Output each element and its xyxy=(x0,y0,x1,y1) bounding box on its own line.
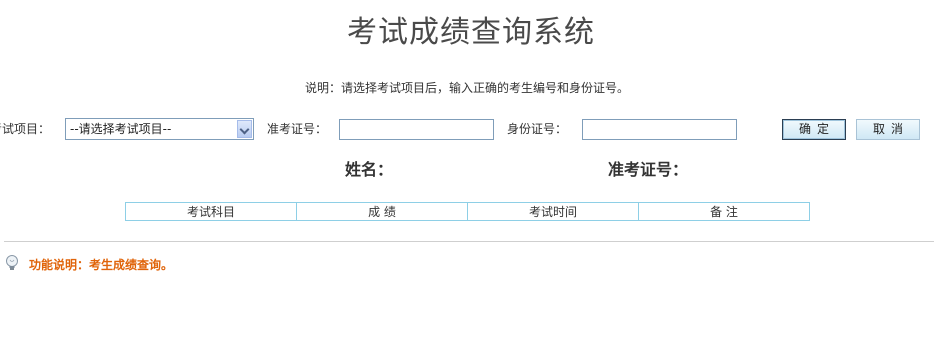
exam-project-selected-value: --请选择考试项目-- xyxy=(70,122,172,136)
instructions-text: 说明：请选择考试项目后，输入正确的考生编号和身份证号。 xyxy=(304,81,629,95)
confirm-button[interactable]: 确定 xyxy=(782,119,846,140)
id-number-label: 身份证号： xyxy=(507,122,568,136)
page-title: 考试成绩查询系统 xyxy=(347,15,595,50)
cancel-button[interactable]: 取消 xyxy=(856,119,920,140)
id-number-input[interactable] xyxy=(582,119,737,140)
column-header-subject: 考试科目 xyxy=(125,202,297,221)
divider xyxy=(4,241,934,242)
chevron-down-icon[interactable] xyxy=(237,120,252,138)
column-header-remarks: 备 注 xyxy=(638,202,810,221)
table-header-row: 考试科目 成 绩 考试时间 备 注 xyxy=(125,202,810,221)
exam-project-select[interactable]: --请选择考试项目-- xyxy=(65,118,254,140)
results-table: 考试科目 成 绩 考试时间 备 注 xyxy=(125,202,810,221)
candidate-name-label: 姓名： xyxy=(345,160,394,179)
lightbulb-icon xyxy=(3,254,21,272)
ticket-number-label: 准考证号： xyxy=(267,122,328,136)
score-query-page: 考试成绩查询系统 说明：请选择考试项目后，输入正确的考生编号和身份证号。 考试项… xyxy=(0,0,942,355)
candidate-ticket-label: 准考证号： xyxy=(608,160,689,179)
column-header-exam-time: 考试时间 xyxy=(467,202,639,221)
exam-project-label: 考试项目： xyxy=(0,122,50,136)
function-note-text: 功能说明：考生成绩查询。 xyxy=(29,258,174,272)
column-header-score: 成 绩 xyxy=(296,202,468,221)
ticket-number-input[interactable] xyxy=(339,119,494,140)
